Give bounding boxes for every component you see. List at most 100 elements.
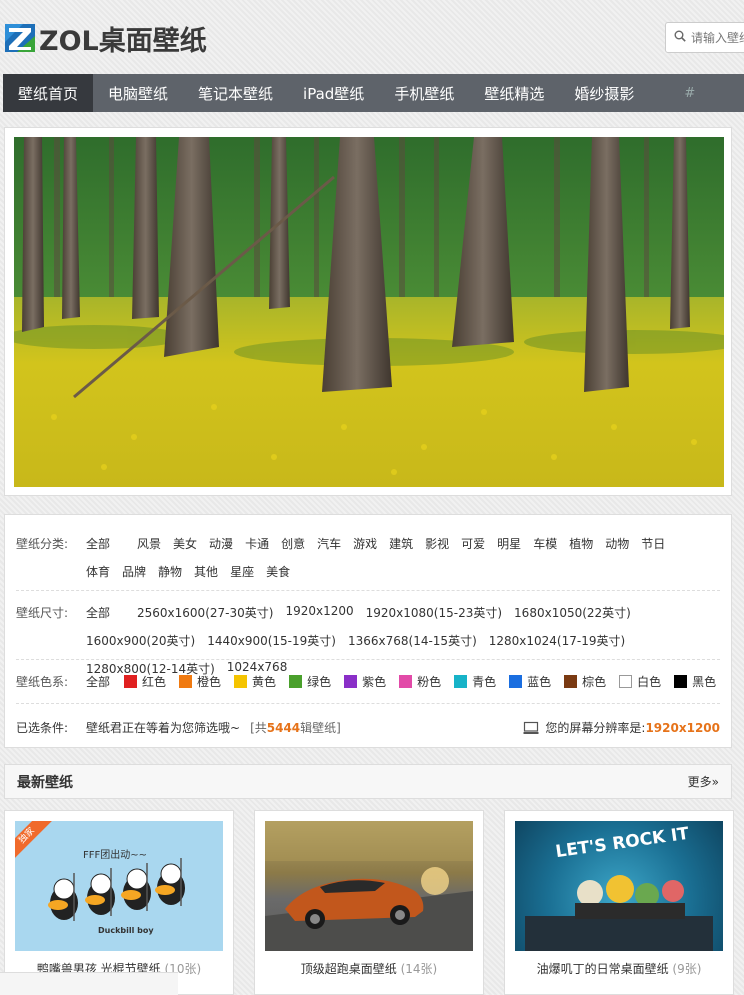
- color-option[interactable]: 青色: [454, 673, 496, 690]
- banner[interactable]: [4, 127, 732, 496]
- main-nav: 壁纸首页 电脑壁纸 笔记本壁纸 iPad壁纸 手机壁纸 壁纸精选 婚纱摄影 #: [3, 74, 744, 112]
- category-item[interactable]: 车模: [533, 535, 557, 552]
- screen-resolution: 您的屏幕分辨率是: 1920x1200: [523, 719, 720, 736]
- card-caption[interactable]: 油爆叽丁的日常桌面壁纸 (9张): [515, 960, 723, 977]
- card-caption[interactable]: 顶级超跑桌面壁纸 (14张): [265, 960, 473, 977]
- nav-laptop-wallpaper[interactable]: 笔记本壁纸: [183, 74, 288, 112]
- color-option[interactable]: 粉色: [399, 673, 441, 690]
- search-icon[interactable]: [674, 30, 686, 45]
- color-option-label: 黄色: [252, 675, 277, 689]
- selected-row: 已选条件: 壁纸君正在等着为您筛选哦~ [共5444辑壁纸] 您的屏幕分辨率是:…: [16, 719, 720, 736]
- color-swatch: [179, 675, 193, 688]
- card-count: (14张): [400, 962, 438, 976]
- color-option-label: 红色: [142, 675, 167, 689]
- card-thumbnail[interactable]: [265, 821, 473, 951]
- size-item[interactable]: 1920x1200: [285, 604, 353, 621]
- color-option-label: 白色: [637, 675, 662, 689]
- color-swatch: [344, 675, 358, 688]
- category-list: 全部 风景 美女 动漫 卡通 创意 汽车 游戏 建筑 影视 可爱 明星 车模 植物 动物 节日体育 品牌 静物 其他…: [86, 535, 706, 580]
- supercar-illustration: [265, 821, 473, 951]
- color-label: 壁纸色系:: [16, 675, 69, 689]
- color-option[interactable]: 绿色: [289, 673, 331, 690]
- card-title[interactable]: 油爆叽丁的日常桌面壁纸: [537, 962, 669, 976]
- nav-phone-wallpaper[interactable]: 手机壁纸: [379, 74, 469, 112]
- wallpaper-card[interactable]: 顶级超跑桌面壁纸 (14张): [254, 810, 484, 995]
- latest-title: 最新壁纸: [17, 774, 73, 791]
- category-item[interactable]: 汽车: [317, 535, 341, 552]
- category-item[interactable]: 明星: [497, 535, 521, 552]
- category-item[interactable]: 影视: [425, 535, 449, 552]
- search-box[interactable]: [665, 22, 744, 53]
- size-item[interactable]: 1440x900(15-19英寸): [207, 632, 336, 649]
- category-item[interactable]: 静物: [158, 563, 182, 580]
- wallpaper-card[interactable]: LET'S ROCK IT 油爆叽丁的日常桌面壁纸 (9张): [504, 810, 734, 995]
- category-item[interactable]: 动物: [605, 535, 629, 552]
- color-option[interactable]: 棕色: [564, 673, 606, 690]
- card-title[interactable]: 顶级超跑桌面壁纸: [301, 962, 397, 976]
- color-option[interactable]: 白色: [619, 673, 661, 690]
- category-item[interactable]: 风景: [137, 535, 161, 552]
- divider: [16, 659, 720, 660]
- zol-logo-icon: [5, 22, 35, 54]
- color-option-label: 橙色: [197, 675, 222, 689]
- nav-desktop-wallpaper[interactable]: 电脑壁纸: [93, 74, 183, 112]
- color-swatch: [454, 675, 468, 688]
- size-list: 全部 2560x1600(27-30英寸) 1920x1200 1920x1080(1…: [86, 604, 716, 677]
- color-option[interactable]: 红色: [124, 673, 166, 690]
- count-value: 5444: [266, 721, 301, 735]
- nav-home[interactable]: 壁纸首页: [3, 74, 94, 112]
- color-swatch: [564, 675, 578, 688]
- site-logo[interactable]: ZOL桌面壁纸: [5, 20, 207, 57]
- category-all[interactable]: 全部: [86, 535, 110, 552]
- filter-panel: 壁纸分类: 全部 风景 美女 动漫 卡通 创意 汽车 游戏 建筑 影视 可爱 明星 车模 植物 动物 节日 体育…: [4, 514, 732, 748]
- size-item[interactable]: 1366x768(14-15英寸): [348, 632, 477, 649]
- category-item[interactable]: 动漫: [209, 535, 233, 552]
- color-option-label: 黑色: [692, 675, 717, 689]
- category-item[interactable]: 美食: [266, 563, 290, 580]
- color-option[interactable]: 黄色: [234, 673, 276, 690]
- category-item[interactable]: 游戏: [353, 535, 377, 552]
- latest-more-link[interactable]: 更多»: [688, 773, 719, 790]
- category-item[interactable]: 可爱: [461, 535, 485, 552]
- category-item[interactable]: 节日: [641, 535, 665, 552]
- category-item[interactable]: 其他: [194, 563, 218, 580]
- category-item[interactable]: 创意: [281, 535, 305, 552]
- nav-ipad-wallpaper[interactable]: iPad壁纸: [288, 74, 379, 112]
- nav-wedding-photo[interactable]: 婚纱摄影: [559, 74, 649, 112]
- category-item[interactable]: 体育: [86, 563, 110, 580]
- search-input[interactable]: [691, 30, 744, 45]
- color-option[interactable]: 橙色: [179, 673, 221, 690]
- color-option[interactable]: 蓝色: [509, 673, 551, 690]
- size-item[interactable]: 1280x1024(17-19英寸): [489, 632, 625, 649]
- size-item[interactable]: 1600x900(20英寸): [86, 632, 195, 649]
- card-thumbnail[interactable]: LET'S ROCK IT: [515, 821, 723, 951]
- size-item[interactable]: 1680x1050(22英寸): [514, 604, 631, 621]
- color-option[interactable]: 黑色: [674, 673, 716, 690]
- count-suffix: 辑壁纸]: [300, 721, 341, 735]
- color-all[interactable]: 全部: [86, 673, 110, 690]
- banner-image[interactable]: [14, 137, 724, 487]
- nav-featured-wallpaper[interactable]: 壁纸精选: [469, 74, 559, 112]
- logo-text: ZOL桌面壁纸: [39, 25, 207, 57]
- color-option-label: 青色: [472, 675, 497, 689]
- card-thumbnail[interactable]: 独家 FFF团出动~~ Duckbill boy: [15, 821, 223, 951]
- resolution-value: 1920x1200: [645, 720, 720, 735]
- wallpaper-card[interactable]: 独家 FFF团出动~~ Duckbill boy 鸭嘴兽男孩 光棍节壁纸 (10…: [4, 810, 234, 995]
- category-item[interactable]: 卡通: [245, 535, 269, 552]
- rock-band-illustration: [525, 875, 713, 951]
- size-item[interactable]: 1920x1080(15-23英寸): [366, 604, 502, 621]
- brand-text: Duckbill boy: [98, 926, 154, 935]
- category-item[interactable]: 建筑: [389, 535, 413, 552]
- nav-more[interactable]: #: [684, 74, 695, 112]
- size-item[interactable]: 2560x1600(27-30英寸): [137, 604, 273, 621]
- category-row: 壁纸分类: 全部 风景 美女 动漫 卡通 创意 汽车 游戏 建筑 影视 可爱 明星 车模 植物 动物 节日 体育…: [16, 535, 706, 580]
- category-item[interactable]: 品牌: [122, 563, 146, 580]
- selected-label: 已选条件:: [16, 721, 69, 735]
- selected-text: 壁纸君正在等着为您筛选哦~: [86, 721, 241, 735]
- size-all[interactable]: 全部: [86, 604, 110, 621]
- category-item[interactable]: 星座: [230, 563, 254, 580]
- category-item[interactable]: 美女: [173, 535, 197, 552]
- category-item[interactable]: 植物: [569, 535, 593, 552]
- color-option[interactable]: 紫色: [344, 673, 386, 690]
- result-count: [共5444辑壁纸]: [250, 719, 341, 736]
